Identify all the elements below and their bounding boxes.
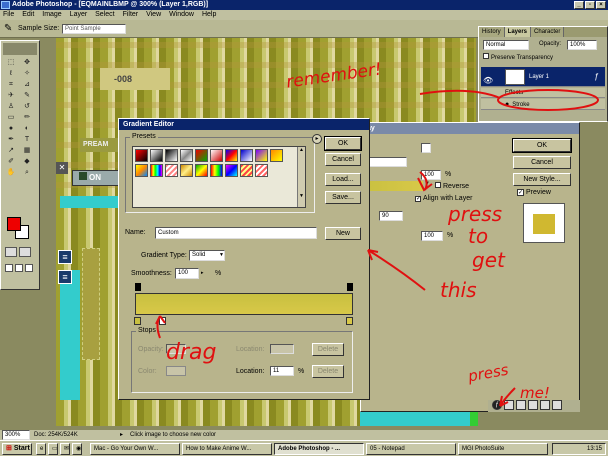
annotation-get: get	[472, 248, 505, 272]
annotation-drag: drag	[166, 340, 217, 365]
annotation-circle-stroke	[497, 89, 599, 111]
annotation-press-me-2: me!	[520, 384, 550, 402]
annotation-to: to	[468, 224, 489, 248]
annotation-arrow-press	[417, 171, 433, 192]
annotation-this: this	[440, 278, 477, 302]
annotation-arrow-press-me	[499, 387, 516, 407]
annotation-press: press	[448, 202, 503, 226]
annotation-arrow-remember	[419, 89, 501, 99]
annotation-strokes	[155, 89, 599, 407]
annotation-arrow-drag	[155, 315, 166, 339]
annotation-arrow-this	[367, 249, 426, 291]
